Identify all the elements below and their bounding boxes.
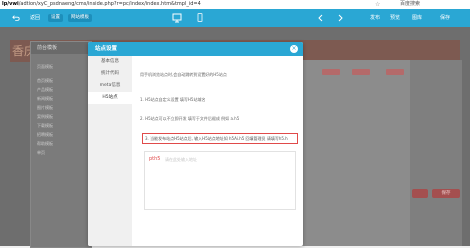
instruction-2: 2. H5站点可以不立即开发 填写于文件后缀成 例如 a.h5 [140,116,240,121]
side-panel-item: 单页 [37,150,45,155]
modal-header: 站点设置 × [88,42,303,56]
modal-nav: 基本信息 统计代码 meta信息 H5站点 [88,56,132,246]
background-button [352,69,370,75]
side-panel-item: 招聘模板 [37,132,53,137]
undo-action-icon[interactable] [316,12,326,24]
mobile-view-icon[interactable] [195,12,205,24]
background-right-panel [410,60,462,246]
side-panel-item: 下载模板 [37,123,53,128]
template-button[interactable]: 网站模板 [68,14,92,22]
preview-button[interactable]: 预览 [390,9,400,27]
settings-button[interactable]: 设置 [48,14,63,22]
tab-meta-info[interactable]: meta信息 [88,80,132,92]
side-panel-title: 前台模板 [31,42,91,54]
close-icon[interactable]: × [290,45,298,53]
desktop-view-icon[interactable] [172,12,182,24]
back-button[interactable]: 返回 [30,9,40,27]
side-panel-item: 新闻模板 [37,96,53,101]
side-panel-item: 首页模板 [37,78,53,83]
h5-url-textarea[interactable]: pth5 请在此处输入地址 [144,151,296,210]
undo-icon[interactable] [12,13,20,23]
tab-h5-site[interactable]: H5站点 [88,92,132,104]
textarea-placeholder: 请在此处输入地址 [165,157,197,162]
gallery-button[interactable]: 图库 [412,9,422,27]
bookmark-star-icon[interactable]: ☆ [375,0,380,9]
modal-body: 用手机浏览站点时,会自动跳转到设置好的H5站点 1. H5站点自定义设置 填写H… [140,56,298,246]
site-settings-modal: 站点设置 × 基本信息 统计代码 meta信息 H5站点 用手机浏览站点时,会自… [88,42,303,246]
redo-action-icon[interactable] [335,12,345,24]
instruction-3: 3. 当能发布站点H5站点后, 输入H5站点地址如 h5Ai.h5 回填管理员 … [145,136,288,141]
side-panel-item: 案例模板 [37,114,53,119]
publish-button[interactable]: 发布 [370,9,380,27]
side-panel-item: 图片模板 [37,105,53,110]
template-side-panel: 前台模板 页面模板 首页模板 产品模板 新闻模板 图片模板 案例模板 下载模板 … [30,41,92,248]
tab-basic-info[interactable]: 基本信息 [88,56,132,68]
background-button [386,69,404,75]
background-save-button: 保存 [432,189,460,198]
save-button[interactable]: 保存 [440,9,450,27]
intro-text: 用手机浏览站点时,会自动跳转到设置好的H5站点 [140,72,227,77]
background-delete-button [412,189,428,198]
highlighted-instruction: 3. 当能发布站点H5站点后, 输入H5站点地址如 h5Ai.h5 回填管理员 … [142,133,298,144]
url-text[interactable]: lp/vwi/adtion/xyC_psdnaeng/cms/inside.ph… [2,0,201,9]
side-panel-item: 帮助模板 [37,141,53,146]
bookmark-item[interactable]: 百度搜索 [400,1,420,8]
background-button [322,69,340,75]
modal-title: 站点设置 [95,46,118,52]
textarea-prefix: pth5 [149,156,161,162]
instruction-1: 1. H5站点自定义设置 填写H5站域名 [140,97,206,102]
tab-stats-code[interactable]: 统计代码 [88,68,132,80]
side-panel-item: 产品模板 [37,87,53,92]
side-panel-tab: 页面模板 [37,64,53,69]
editor-toolbar: 返回 设置 网站模板 发布 预览 图库 保存 [0,9,470,27]
